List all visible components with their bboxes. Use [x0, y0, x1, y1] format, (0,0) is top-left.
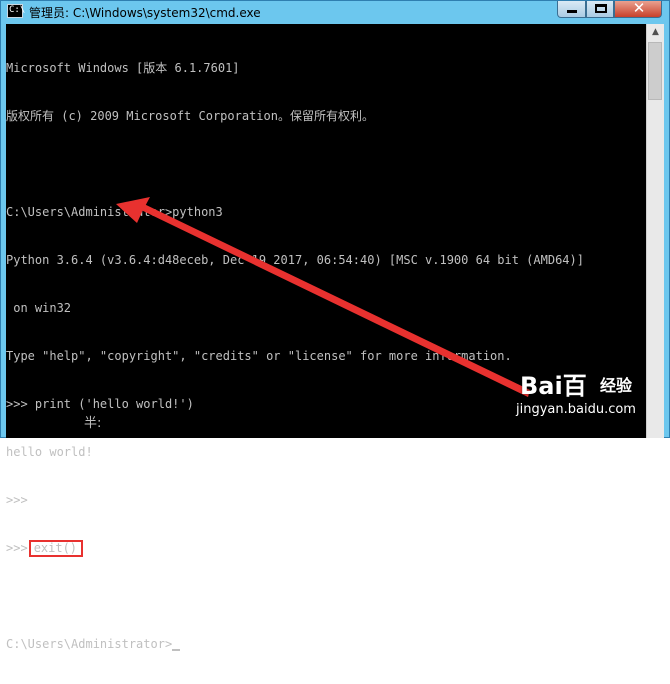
- console-line: 版权所有 (c) 2009 Microsoft Corporation。保留所有…: [6, 109, 374, 123]
- title-bar[interactable]: C:\ 管理员: C:\Windows\system32\cmd.exe ✕: [1, 0, 669, 23]
- console-line-exit: >>> exit(): [6, 540, 584, 557]
- text-cursor: [172, 649, 181, 651]
- ime-indicator: 半:: [84, 416, 102, 431]
- console-line: >>>: [6, 493, 28, 507]
- minimize-button[interactable]: [557, 1, 586, 18]
- console-line: Python 3.6.4 (v3.6.4:d48eceb, Dec 19 201…: [6, 253, 584, 267]
- prompt: >>>: [6, 541, 28, 555]
- watermark-url: jingyan.baidu.com: [516, 402, 636, 417]
- maximize-button[interactable]: [586, 1, 614, 18]
- baidu-logo: Bai百: [520, 372, 587, 400]
- maximize-icon: [595, 4, 607, 13]
- close-button[interactable]: ✕: [614, 0, 662, 18]
- window-title: 管理员: C:\Windows\system32\cmd.exe: [29, 6, 261, 20]
- console-line: hello world!: [6, 445, 93, 459]
- console-line-prompt: C:\Users\Administrator>: [6, 636, 584, 652]
- console-line: Microsoft Windows [版本 6.1.7601]: [6, 61, 240, 75]
- current-prompt: C:\Users\Administrator>: [6, 637, 173, 651]
- console-line: on win32: [6, 301, 72, 315]
- console-line: C:\Users\Administrator>python3: [6, 205, 223, 219]
- close-icon: ✕: [632, 0, 646, 17]
- cmd-app-icon[interactable]: C:\: [7, 4, 25, 18]
- console-line: >>> print ('hello world!'): [6, 397, 194, 411]
- console-output: Microsoft Windows [版本 6.1.7601] 版权所有 (c)…: [6, 28, 584, 684]
- watermark-jingyan: 经验: [600, 376, 633, 395]
- baidu-watermark: Bai百 经验 jingyan.baidu.com: [512, 362, 662, 432]
- scroll-thumb[interactable]: [648, 42, 662, 100]
- minimize-icon: [567, 10, 577, 13]
- scroll-up-icon[interactable]: ▲: [647, 24, 664, 41]
- console-line: Type "help", "copyright", "credits" or "…: [6, 349, 512, 363]
- highlighted-exit-command: exit(): [28, 540, 84, 557]
